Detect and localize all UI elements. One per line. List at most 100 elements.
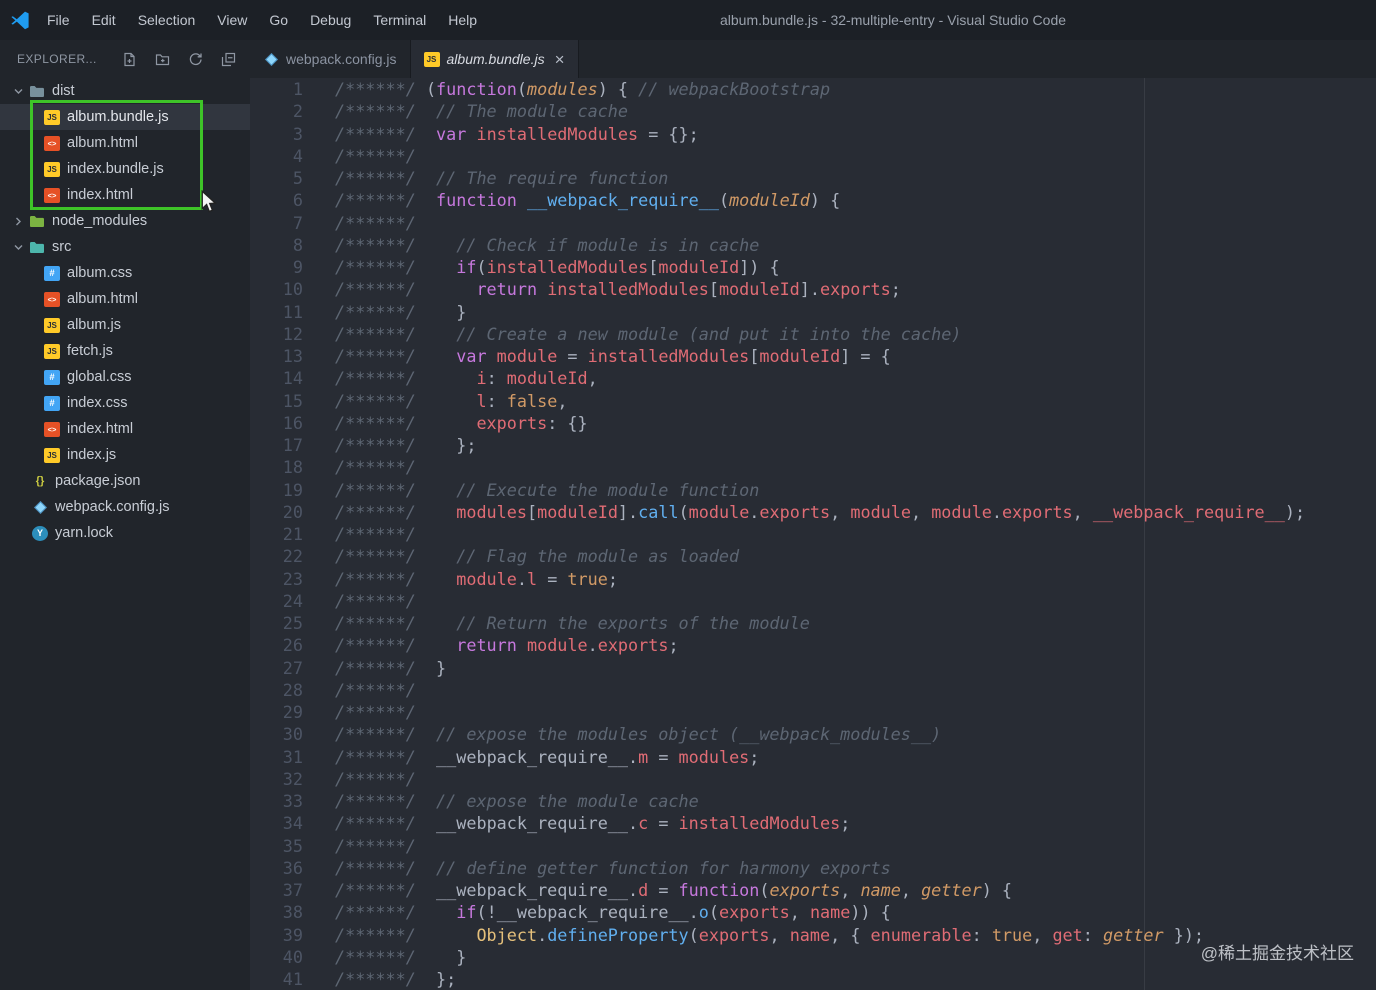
code-line-3[interactable]: 3 /******/ var installedModules = {}; <box>250 123 1376 145</box>
line-number: 18 <box>282 457 303 478</box>
line-number: 31 <box>282 746 303 767</box>
tree-item-webpack.config.js[interactable]: webpack.config.js <box>0 494 250 520</box>
code-text: /******/ exports: {} <box>335 412 588 433</box>
tree-item-index.css[interactable]: # index.css <box>0 390 250 416</box>
code-text: /******/ i: moduleId, <box>335 368 598 389</box>
menu-item-go[interactable]: Go <box>258 12 299 28</box>
code-text: /******/ (function(modules) { // webpack… <box>335 79 831 99</box>
refresh-icon[interactable] <box>188 52 203 67</box>
code-line-29[interactable]: 29 /******/ <box>250 701 1376 723</box>
code-text: /******/ <box>335 212 416 233</box>
code-line-26[interactable]: 26 /******/ return module.exports; <box>250 634 1376 656</box>
tree-item-album.css[interactable]: # album.css <box>0 260 250 286</box>
line-number: 30 <box>282 724 303 745</box>
menu-item-help[interactable]: Help <box>437 12 488 28</box>
line-number: 8 <box>292 234 303 255</box>
tree-item-dist[interactable]: dist <box>0 78 250 104</box>
code-text: /******/ modules[moduleId].call(module.e… <box>335 501 1306 522</box>
tree-item-src[interactable]: src <box>0 234 250 260</box>
code-line-34[interactable]: 34 /******/ __webpack_require__.c = insta… <box>250 812 1376 834</box>
tree-item-album.bundle.js[interactable]: JS album.bundle.js <box>0 104 250 130</box>
code-line-13[interactable]: 13 /******/ var module = installedModules… <box>250 345 1376 367</box>
code-line-19[interactable]: 19 /******/ // Execute the module functio… <box>250 479 1376 501</box>
code-line-17[interactable]: 17 /******/ }; <box>250 434 1376 456</box>
code-line-30[interactable]: 30 /******/ // expose the modules object … <box>250 723 1376 745</box>
tree-item-album.html[interactable]: <> album.html <box>0 286 250 312</box>
line-number: 6 <box>292 190 303 211</box>
code-line-28[interactable]: 28 /******/ <box>250 679 1376 701</box>
code-line-38[interactable]: 38 /******/ if(!__webpack_require__.o(exp… <box>250 901 1376 923</box>
tree-item-index.js[interactable]: JS index.js <box>0 442 250 468</box>
tree-item-label: album.bundle.js <box>67 109 169 125</box>
tree-item-album.html[interactable]: <> album.html <box>0 130 250 156</box>
menu-item-terminal[interactable]: Terminal <box>362 12 437 28</box>
new-file-icon[interactable] <box>122 52 137 67</box>
code-text: /******/ module.l = true; <box>335 568 618 589</box>
code-line-23[interactable]: 23 /******/ module.l = true; <box>250 568 1376 590</box>
code-line-37[interactable]: 37 /******/ __webpack_require__.d = funct… <box>250 879 1376 901</box>
tree-item-fetch.js[interactable]: JS fetch.js <box>0 338 250 364</box>
code-line-16[interactable]: 16 /******/ exports: {} <box>250 412 1376 434</box>
tree-item-label: index.html <box>67 187 134 203</box>
vscode-window: File Edit Selection View Go Debug Terminal Help… <box>0 0 1376 990</box>
code-line-5[interactable]: 5 /******/ // The require function <box>250 167 1376 189</box>
menu-item-edit[interactable]: Edit <box>81 12 127 28</box>
code-line-31[interactable]: 31 /******/ __webpack_require__.m = modul… <box>250 746 1376 768</box>
js-file-icon: JS <box>44 109 60 125</box>
tree-item-package.json[interactable]: {} package.json <box>0 468 250 494</box>
code-line-10[interactable]: 10 /******/ return installedModules[modul… <box>250 278 1376 300</box>
code-line-32[interactable]: 32 /******/ <box>250 768 1376 790</box>
code-line-9[interactable]: 9 /******/ if(installedModules[moduleId])… <box>250 256 1376 278</box>
code-text: /******/ } <box>335 946 467 967</box>
css-file-icon: # <box>44 265 60 281</box>
code-editor[interactable]: 1 /******/ (function(modules) { // webpac… <box>250 78 1376 990</box>
code-line-2[interactable]: 2 /******/ // The module cache <box>250 100 1376 122</box>
tab-album.bundle.js[interactable]: JS album.bundle.js × <box>410 40 579 78</box>
tree-item-global.css[interactable]: # global.css <box>0 364 250 390</box>
code-line-41[interactable]: 41 /******/ }; <box>250 968 1376 990</box>
tree-item-yarn.lock[interactable]: Yyarn.lock <box>0 520 250 546</box>
code-line-1[interactable]: 1 /******/ (function(modules) { // webpac… <box>250 78 1376 100</box>
tree-item-index.html[interactable]: <> index.html <box>0 416 250 442</box>
code-line-36[interactable]: 36 /******/ // define getter function for… <box>250 857 1376 879</box>
tree-item-album.js[interactable]: JS album.js <box>0 312 250 338</box>
code-line-7[interactable]: 7 /******/ <box>250 212 1376 234</box>
menu-item-selection[interactable]: Selection <box>127 12 207 28</box>
new-folder-icon[interactable] <box>155 52 170 67</box>
tree-item-label: yarn.lock <box>55 525 114 541</box>
tab-webpack.config.js[interactable]: webpack.config.js <box>250 40 411 78</box>
collapse-all-icon[interactable] <box>221 52 236 67</box>
code-line-20[interactable]: 20 /******/ modules[moduleId].call(module… <box>250 501 1376 523</box>
code-line-15[interactable]: 15 /******/ l: false, <box>250 390 1376 412</box>
code-line-18[interactable]: 18 /******/ <box>250 456 1376 478</box>
code-line-24[interactable]: 24 /******/ <box>250 590 1376 612</box>
code-text: /******/ } <box>335 301 467 322</box>
code-line-22[interactable]: 22 /******/ // Flag the module as loaded <box>250 545 1376 567</box>
code-text: /******/ <box>335 145 416 166</box>
code-line-25[interactable]: 25 /******/ // Return the exports of the … <box>250 612 1376 634</box>
code-line-35[interactable]: 35 /******/ <box>250 835 1376 857</box>
code-text: /******/ <box>335 768 416 789</box>
code-line-14[interactable]: 14 /******/ i: moduleId, <box>250 367 1376 389</box>
html-file-icon: <> <box>44 135 60 151</box>
code-line-33[interactable]: 33 /******/ // expose the module cache <box>250 790 1376 812</box>
code-text: /******/ <box>335 702 416 722</box>
line-number: 25 <box>282 613 303 633</box>
code-line-4[interactable]: 4 /******/ <box>250 145 1376 167</box>
menu-item-view[interactable]: View <box>206 12 258 28</box>
close-icon[interactable]: × <box>555 51 565 68</box>
tree-item-index.bundle.js[interactable]: JS index.bundle.js <box>0 156 250 182</box>
code-text: /******/ // Create a new module (and put… <box>335 323 962 344</box>
code-line-27[interactable]: 27 /******/ } <box>250 657 1376 679</box>
menu-item-debug[interactable]: Debug <box>299 12 362 28</box>
js-file-icon: JS <box>44 161 60 177</box>
code-line-8[interactable]: 8 /******/ // Check if module is in cache <box>250 234 1376 256</box>
menu-item-file[interactable]: File <box>36 12 81 28</box>
html-file-icon: <> <box>44 187 60 203</box>
webpack-icon <box>32 500 48 515</box>
code-line-12[interactable]: 12 /******/ // Create a new module (and p… <box>250 323 1376 345</box>
code-line-6[interactable]: 6 /******/ function __webpack_require__(m… <box>250 189 1376 211</box>
code-line-11[interactable]: 11 /******/ } <box>250 301 1376 323</box>
code-line-21[interactable]: 21 /******/ <box>250 523 1376 545</box>
tree-item-label: src <box>52 239 72 255</box>
